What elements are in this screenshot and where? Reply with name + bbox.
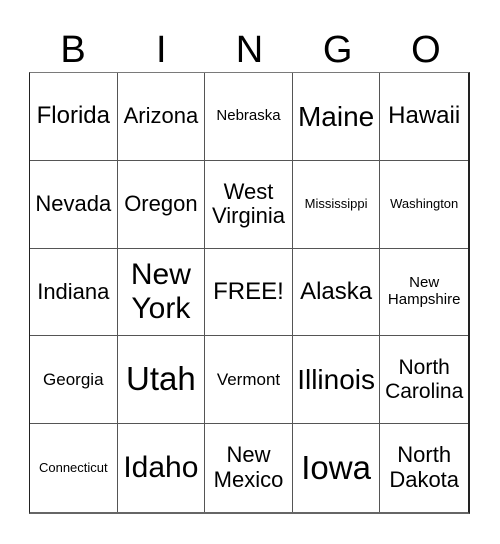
bingo-cell[interactable]: Nebraska	[205, 73, 293, 161]
cell-label: Alaska	[300, 277, 373, 305]
cell-label: New Mexico	[213, 442, 284, 493]
cell-label: Idaho	[123, 451, 199, 485]
cell-label: New Hampshire	[387, 274, 461, 308]
cell-label: Hawaii	[388, 101, 461, 129]
bingo-cell[interactable]: Washington	[380, 161, 468, 249]
bingo-cell[interactable]: Vermont	[205, 336, 293, 425]
header-letter-o: O	[411, 29, 441, 71]
cell-label: Iowa	[301, 448, 371, 486]
cell-label: Arizona	[123, 103, 199, 129]
bingo-cell[interactable]: Illinois	[292, 336, 381, 425]
cell-label: West Virginia	[212, 178, 285, 229]
header-letter-b: B	[60, 29, 86, 71]
header-letter-g: G	[322, 29, 353, 71]
bingo-cell[interactable]: Hawaii	[380, 73, 468, 161]
bingo-cell[interactable]: Alaska	[292, 248, 381, 337]
bingo-header: B I N G O	[29, 28, 470, 72]
bingo-cell[interactable]: Utah	[117, 336, 206, 425]
header-letter-i: I	[156, 29, 167, 71]
bingo-cell[interactable]: Iowa	[293, 424, 381, 512]
cell-label: Indiana	[37, 278, 110, 304]
cell-label: Georgia	[43, 370, 104, 390]
bingo-cell[interactable]: West Virginia	[205, 160, 293, 249]
bingo-cell[interactable]: New Mexico	[205, 424, 293, 512]
header-letter-n: N	[235, 29, 264, 71]
cell-label: Maine	[297, 100, 375, 132]
bingo-cell[interactable]: Indiana	[30, 248, 118, 337]
cell-label: Connecticut	[38, 459, 108, 475]
cell-label: Mississippi	[304, 195, 368, 211]
cell-label: Washington	[390, 195, 459, 211]
bingo-cell[interactable]: Arizona	[117, 73, 206, 161]
bingo-cell[interactable]: Connecticut	[30, 424, 118, 512]
bingo-cell[interactable]: North Carolina	[380, 336, 468, 425]
bingo-cell[interactable]: North Dakota	[380, 424, 468, 512]
bingo-cell[interactable]: Idaho	[118, 424, 206, 512]
cell-label: Nebraska	[216, 107, 281, 124]
cell-label: North Carolina	[385, 356, 464, 403]
cell-label: Vermont	[216, 370, 281, 390]
cell-label: Nevada	[35, 190, 112, 216]
cell-label: Oregon	[124, 190, 198, 216]
cell-label: Florida	[36, 101, 110, 129]
bingo-grid: Florida Arizona Nebraska Maine Hawaii Nevada O…	[29, 72, 470, 514]
bingo-cell[interactable]: New York	[117, 248, 206, 337]
bingo-cell[interactable]: New Hampshire	[380, 249, 468, 337]
bingo-cell[interactable]: Georgia	[30, 336, 118, 425]
cell-label: Utah	[126, 360, 196, 398]
bingo-cell[interactable]: Maine	[292, 73, 381, 161]
cell-label: North Dakota	[389, 442, 460, 493]
bingo-cell[interactable]: Florida	[30, 73, 118, 161]
cell-label: FREE!	[213, 277, 284, 305]
free-space-cell[interactable]: FREE!	[205, 248, 293, 337]
bingo-cell[interactable]: Mississippi	[292, 160, 381, 249]
bingo-cell[interactable]: Oregon	[117, 160, 206, 249]
cell-label: New York	[130, 258, 191, 325]
bingo-cell[interactable]: Nevada	[30, 160, 118, 249]
cell-label: Illinois	[297, 364, 375, 396]
